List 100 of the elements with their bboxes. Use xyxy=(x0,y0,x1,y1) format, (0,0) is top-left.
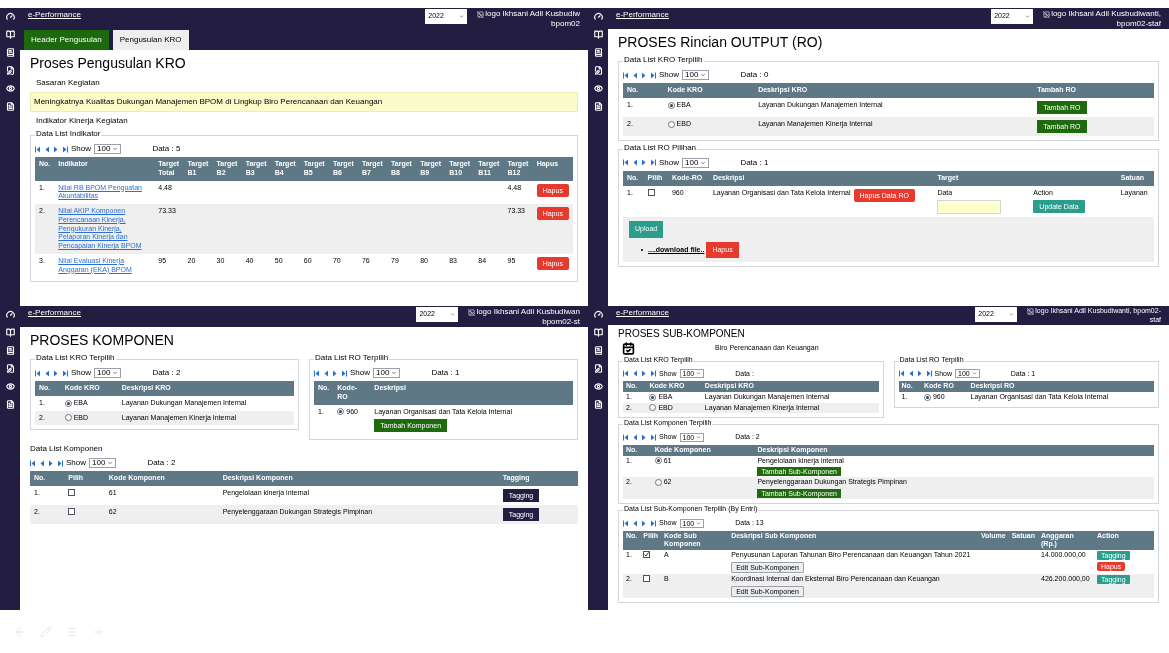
page-size-select[interactable]: 100 xyxy=(94,368,122,378)
last-page-icon[interactable] xyxy=(341,369,347,377)
tab[interactable]: Pengusulan KRO xyxy=(112,30,189,50)
section-title: Data List Komponen xyxy=(30,443,104,456)
radio-button[interactable] xyxy=(337,408,345,416)
book-icon[interactable] xyxy=(5,328,15,337)
app-link[interactable]: e-Performance xyxy=(616,307,976,319)
previous-page-icon[interactable] xyxy=(323,369,329,377)
first-page-icon[interactable] xyxy=(35,145,41,153)
next-page-icon[interactable] xyxy=(641,519,647,527)
last-page-icon[interactable] xyxy=(650,519,656,527)
notebook-icon[interactable] xyxy=(5,48,15,57)
previous-page-icon[interactable] xyxy=(632,159,638,167)
book-icon[interactable] xyxy=(593,328,603,337)
first-page-icon[interactable] xyxy=(314,369,320,377)
user-name: logo Ikhsani Adil Kusbudiwan xyxy=(476,307,580,317)
first-page-icon[interactable] xyxy=(35,369,41,377)
previous-page-icon[interactable] xyxy=(632,71,638,79)
edit-icon[interactable] xyxy=(5,364,15,373)
edit-icon[interactable] xyxy=(593,66,603,75)
last-page-icon[interactable] xyxy=(57,459,63,467)
eye-icon[interactable] xyxy=(5,382,15,391)
radio-button[interactable] xyxy=(923,393,931,401)
fieldset-legend: Data List KRO Terpilih xyxy=(623,56,704,64)
edit-icon[interactable] xyxy=(5,66,15,75)
next-page-icon[interactable] xyxy=(916,370,923,378)
page-size-select[interactable]: 100 xyxy=(89,458,117,469)
page-size-select[interactable]: 100 xyxy=(373,368,401,378)
page-size-select[interactable]: 100 xyxy=(94,144,122,154)
last-page-icon[interactable] xyxy=(62,145,68,153)
tab[interactable]: Header Pengusulan xyxy=(24,30,109,50)
eye-icon[interactable] xyxy=(593,382,603,391)
calendar-check-icon xyxy=(622,341,635,355)
previous-page-icon[interactable] xyxy=(44,369,50,377)
radio-button[interactable] xyxy=(649,393,657,401)
document-icon[interactable] xyxy=(5,400,15,409)
previous-page-icon[interactable] xyxy=(632,519,638,527)
page-size-select[interactable]: 100 xyxy=(682,70,710,80)
next-page-icon[interactable] xyxy=(53,369,59,377)
notebook-icon[interactable] xyxy=(5,346,15,355)
gauge-icon[interactable] xyxy=(593,12,603,21)
first-page-icon[interactable] xyxy=(898,370,905,378)
gauge-icon[interactable] xyxy=(593,310,603,319)
first-page-icon[interactable] xyxy=(623,71,629,79)
eye-icon[interactable] xyxy=(593,84,603,93)
last-page-icon[interactable] xyxy=(62,369,68,377)
record-count: Data : 5 xyxy=(152,143,181,155)
eye-icon[interactable] xyxy=(5,84,15,93)
app-link[interactable]: e-Performance xyxy=(28,9,426,21)
first-page-icon[interactable] xyxy=(623,159,629,167)
radio-button[interactable] xyxy=(654,479,662,487)
first-page-icon[interactable] xyxy=(623,434,629,441)
previous-page-icon[interactable] xyxy=(632,434,638,441)
radio-button[interactable] xyxy=(654,457,662,465)
app-link[interactable]: e-Performance xyxy=(28,307,417,319)
next-page-icon[interactable] xyxy=(53,145,59,153)
gauge-icon[interactable] xyxy=(5,12,15,21)
fieldset-legend: Data List RO Terpilih xyxy=(314,354,390,362)
document-icon[interactable] xyxy=(5,102,15,111)
document-icon[interactable] xyxy=(593,102,603,111)
radio-button[interactable] xyxy=(64,399,72,407)
last-page-icon[interactable] xyxy=(925,370,932,378)
radio-button[interactable] xyxy=(64,414,72,422)
last-page-icon[interactable] xyxy=(650,434,656,441)
previous-page-icon[interactable] xyxy=(632,370,638,378)
target-input[interactable] xyxy=(937,200,1002,215)
radio-button[interactable] xyxy=(649,404,657,412)
previous-page-icon[interactable] xyxy=(39,459,45,467)
next-page-icon[interactable] xyxy=(641,434,647,441)
broken-image-icon xyxy=(1043,10,1051,18)
first-page-icon[interactable] xyxy=(30,459,36,467)
page-size-select[interactable]: 100 xyxy=(682,157,710,168)
book-icon[interactable] xyxy=(593,30,603,39)
book-icon[interactable] xyxy=(5,30,15,39)
notebook-icon[interactable] xyxy=(593,48,603,57)
gauge-icon[interactable] xyxy=(5,310,15,319)
previous-page-icon[interactable] xyxy=(907,370,914,378)
document-icon[interactable] xyxy=(593,400,603,409)
last-page-icon[interactable] xyxy=(650,370,656,378)
first-page-icon[interactable] xyxy=(623,370,629,378)
edit-icon[interactable] xyxy=(593,364,603,373)
first-page-icon[interactable] xyxy=(623,519,629,527)
previous-page-icon[interactable] xyxy=(44,145,50,153)
checkbox[interactable] xyxy=(643,551,651,558)
checkbox[interactable] xyxy=(68,508,76,515)
next-page-icon[interactable] xyxy=(332,369,338,377)
notebook-icon[interactable] xyxy=(593,346,603,355)
checkbox[interactable] xyxy=(68,489,76,496)
radio-button[interactable] xyxy=(667,101,675,109)
next-page-icon[interactable] xyxy=(641,71,647,79)
radio-button[interactable] xyxy=(667,120,675,128)
checkbox[interactable] xyxy=(643,574,651,582)
last-page-icon[interactable] xyxy=(650,71,656,79)
record-count: Data : 0 xyxy=(740,69,769,81)
next-page-icon[interactable] xyxy=(48,459,54,467)
next-page-icon[interactable] xyxy=(641,159,647,167)
last-page-icon[interactable] xyxy=(650,159,656,167)
next-page-icon[interactable] xyxy=(641,370,647,378)
checkbox[interactable] xyxy=(647,188,655,196)
app-link[interactable]: e-Performance xyxy=(616,9,992,21)
